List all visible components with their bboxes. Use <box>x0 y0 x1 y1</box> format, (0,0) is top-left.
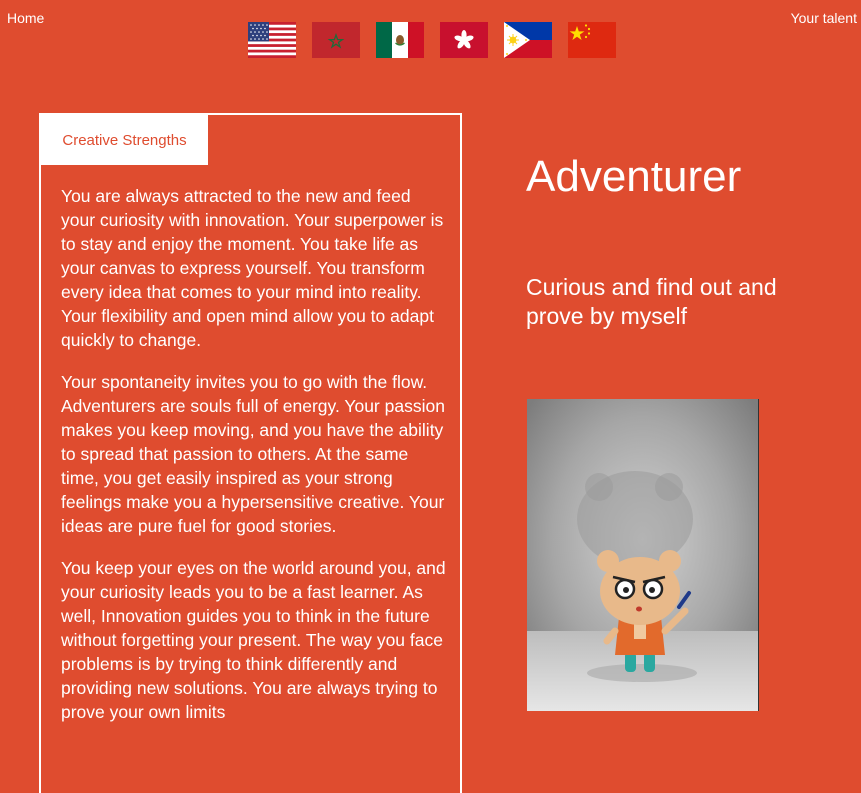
strength-paragraph-1: You are always attracted to the new and … <box>61 186 444 350</box>
card-body: You are always attracted to the new and … <box>61 184 447 742</box>
mexico-flag-icon[interactable] <box>376 22 424 58</box>
language-flags <box>248 22 616 58</box>
china-flag-icon[interactable] <box>568 22 616 58</box>
page-title: Adventurer <box>526 152 742 201</box>
usa-flag-icon[interactable] <box>248 22 296 58</box>
strength-paragraph-3: You keep your eyes on the world around y… <box>61 558 446 722</box>
page-subtitle: Curious and find out and prove by myself <box>526 274 777 329</box>
morocco-flag-icon[interactable] <box>312 22 360 58</box>
strength-paragraph-2: Your spontaneity invites you to go with … <box>61 372 445 536</box>
hong-kong-flag-icon[interactable] <box>440 22 488 58</box>
nav-home-link[interactable]: Home <box>7 10 44 26</box>
philippines-flag-icon[interactable] <box>504 22 552 58</box>
nav-your-talent-link[interactable]: Your talent <box>791 10 857 26</box>
character-figure-image <box>527 399 759 711</box>
tab-creative-strengths[interactable]: Creative Strengths <box>41 115 208 165</box>
creative-strengths-card: Creative Strengths You are always attrac… <box>39 113 462 793</box>
